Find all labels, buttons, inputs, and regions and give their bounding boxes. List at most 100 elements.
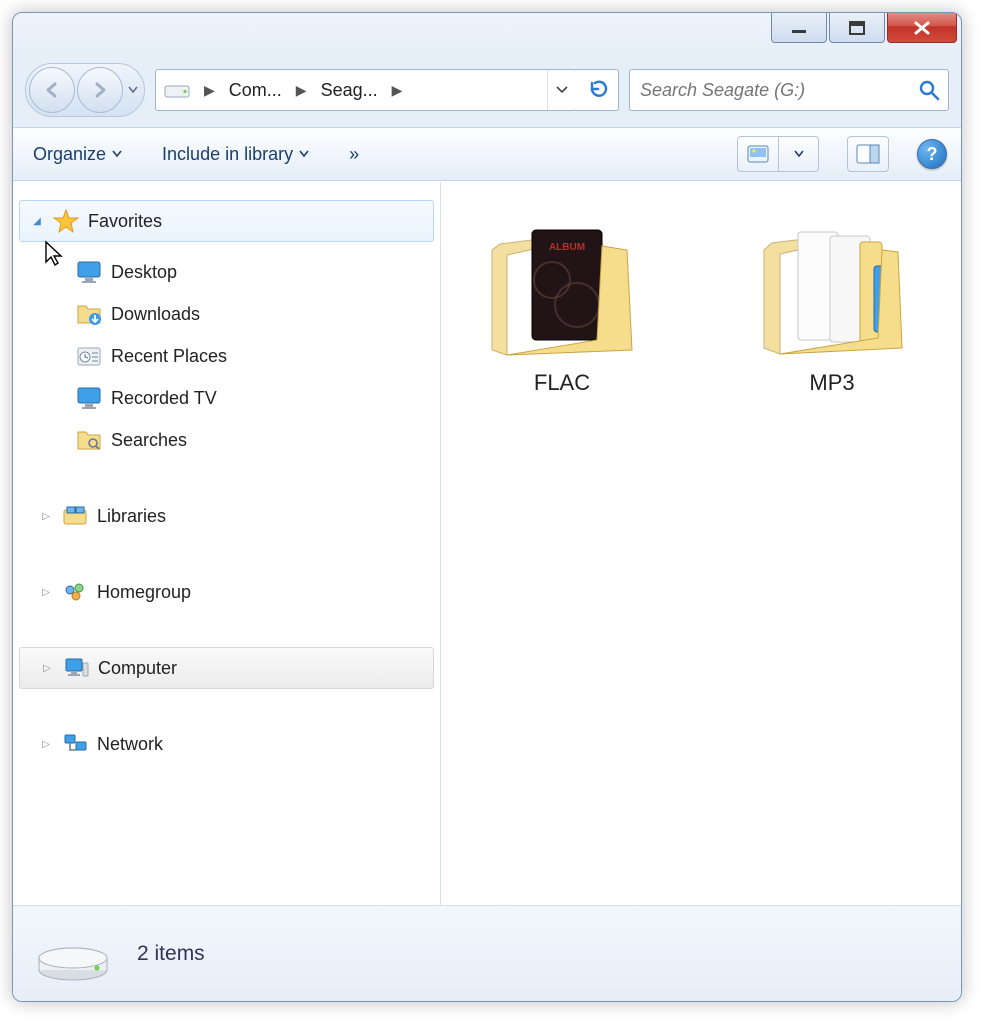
chevron-right-icon: ▶ [198, 82, 221, 99]
expand-toggle[interactable]: ◢ [30, 216, 44, 227]
chevron-down-icon [556, 86, 568, 94]
forward-button[interactable] [77, 67, 123, 113]
folder-search-icon [75, 426, 103, 454]
tree-label: Network [97, 734, 163, 755]
tree-label: Favorites [88, 211, 162, 232]
navigation-pane: ◢ Favorites Desktop [13, 182, 441, 905]
search-box[interactable] [629, 69, 949, 111]
drive-icon [164, 80, 190, 100]
command-bar: Organize Include in library » [13, 127, 961, 181]
breadcrumb-drive-icon[interactable] [156, 70, 198, 110]
address-bar[interactable]: ▶ Com... ▶ Seag... ▶ [155, 69, 576, 111]
arrow-left-icon [42, 80, 62, 100]
chevron-down-icon [128, 86, 138, 94]
breadcrumb-label: Seag... [321, 80, 378, 101]
titlebar [13, 13, 961, 59]
libraries-icon [61, 502, 89, 530]
back-button[interactable] [29, 67, 75, 113]
computer-icon [62, 654, 90, 682]
expand-toggle[interactable]: ▷ [39, 511, 53, 522]
chevron-right-icon: ▶ [290, 82, 313, 99]
folder-icon [752, 210, 912, 360]
tree-label: Downloads [111, 304, 200, 325]
svg-text:ALBUM: ALBUM [549, 242, 585, 253]
drive-icon [35, 924, 111, 984]
tree-label: Libraries [97, 506, 166, 527]
search-input[interactable] [638, 79, 918, 102]
preview-pane-icon [856, 144, 880, 164]
maximize-button[interactable] [829, 13, 885, 43]
breadcrumb-item[interactable]: Com... [221, 70, 290, 110]
chevron-down-icon [112, 150, 122, 158]
breadcrumb-item[interactable]: Seag... [313, 70, 386, 110]
help-icon: ? [927, 144, 938, 165]
include-in-library-label: Include in library [162, 144, 293, 165]
cursor-icon [43, 240, 67, 268]
tree-item-recorded-tv[interactable]: Recorded TV [19, 377, 434, 419]
organize-button[interactable]: Organize [27, 134, 128, 174]
folder-icon: ALBUM [482, 210, 642, 360]
close-icon [913, 21, 931, 35]
star-icon [52, 207, 80, 235]
preview-pane-button[interactable] [847, 136, 889, 172]
tree-label: Searches [111, 430, 187, 451]
tree-item-recent-places[interactable]: Recent Places [19, 335, 434, 377]
view-dropdown-button[interactable] [778, 137, 818, 171]
status-text: 2 items [137, 942, 205, 966]
chevron-down-icon [299, 150, 309, 158]
close-button[interactable] [887, 13, 957, 43]
expand-toggle[interactable]: ▷ [39, 739, 53, 750]
tree-computer[interactable]: ▷ Computer [19, 647, 434, 689]
tree-item-searches[interactable]: Searches [19, 419, 434, 461]
maximize-icon [849, 21, 865, 35]
view-selector [737, 136, 819, 172]
include-in-library-button[interactable]: Include in library [156, 134, 315, 174]
tree-label: Desktop [111, 262, 177, 283]
tree-item-desktop[interactable]: Desktop [19, 251, 434, 293]
explorer-window: ▶ Com... ▶ Seag... ▶ [12, 12, 962, 1002]
minimize-icon [790, 22, 808, 34]
content-pane: ALBUM FLAC [441, 182, 961, 905]
details-pane: 2 items [13, 905, 961, 1001]
arrow-right-icon [90, 80, 110, 100]
explorer-body: ◢ Favorites Desktop [13, 181, 961, 905]
tree-libraries[interactable]: ▷ Libraries [19, 495, 434, 537]
chevron-right-icon: ▶ [386, 82, 409, 99]
refresh-icon [586, 79, 608, 101]
view-icons-button[interactable] [738, 137, 778, 171]
nav-back-forward [25, 63, 145, 117]
folder-item-mp3[interactable]: MP3 [737, 210, 927, 396]
nav-row: ▶ Com... ▶ Seag... ▶ [13, 59, 961, 127]
refresh-button[interactable] [575, 69, 619, 111]
network-icon [61, 730, 89, 758]
folder-label: FLAC [534, 370, 590, 396]
monitor-icon [75, 258, 103, 286]
monitor-icon [75, 384, 103, 412]
folder-item-flac[interactable]: ALBUM FLAC [467, 210, 657, 396]
toolbar-overflow-button[interactable]: » [343, 134, 365, 174]
tree-homegroup[interactable]: ▷ Homegroup [19, 571, 434, 613]
nav-history-dropdown[interactable] [124, 86, 142, 94]
expand-toggle[interactable]: ▷ [39, 587, 53, 598]
expand-toggle[interactable]: ▷ [40, 663, 54, 674]
recent-icon [75, 342, 103, 370]
homegroup-icon [61, 578, 89, 606]
tree-label: Recent Places [111, 346, 227, 367]
folder-label: MP3 [809, 370, 854, 396]
folder-download-icon [75, 300, 103, 328]
thumbnails-icon [747, 145, 769, 163]
tree-item-downloads[interactable]: Downloads [19, 293, 434, 335]
search-icon [918, 79, 940, 101]
overflow-label: » [349, 144, 359, 165]
tree-network[interactable]: ▷ Network [19, 723, 434, 765]
tree-label: Computer [98, 658, 177, 679]
help-button[interactable]: ? [917, 139, 947, 169]
tree-label: Homegroup [97, 582, 191, 603]
breadcrumb-label: Com... [229, 80, 282, 101]
tree-label: Recorded TV [111, 388, 217, 409]
organize-label: Organize [33, 144, 106, 165]
minimize-button[interactable] [771, 13, 827, 43]
address-dropdown[interactable] [547, 70, 575, 110]
chevron-down-icon [794, 150, 804, 158]
tree-favorites[interactable]: ◢ Favorites [19, 200, 434, 242]
